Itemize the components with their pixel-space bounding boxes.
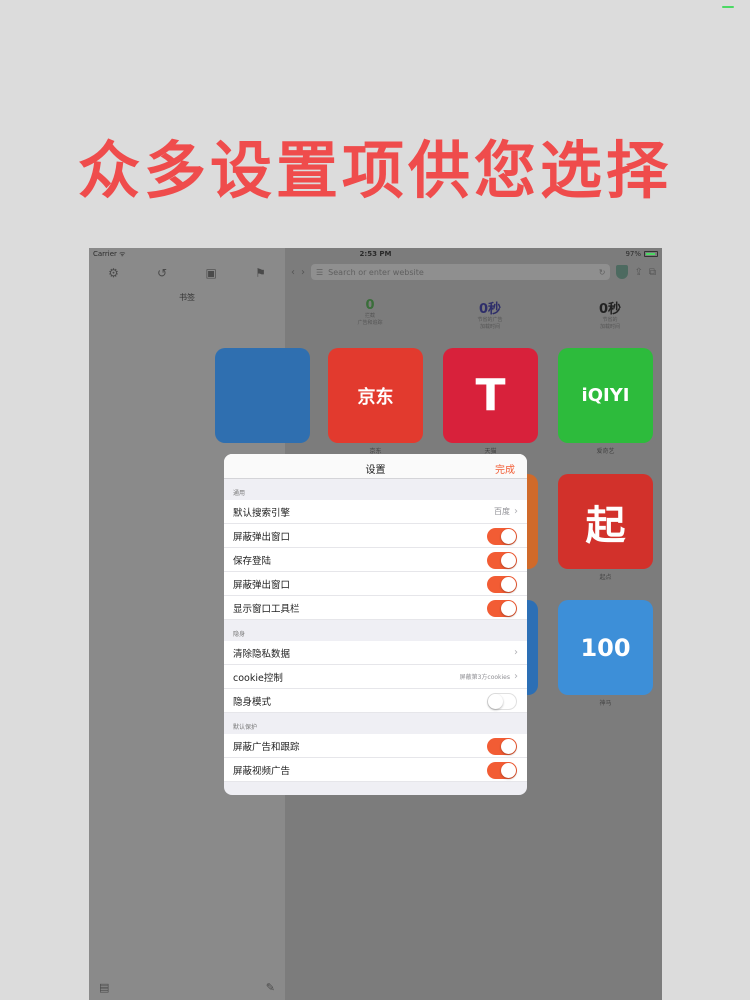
browser-navbar: ‹ › ☰ Search or enter website ↻ ⇪ ⧉	[285, 262, 662, 282]
settings-row-detail: 屏蔽第3方cookies ›	[460, 671, 518, 682]
history-icon[interactable]: ↺	[157, 266, 167, 280]
battery-indicator: 97%	[625, 250, 658, 258]
toggle-switch[interactable]	[487, 528, 517, 545]
stat-ad-time: 0秒 节省的广告 加载时间	[445, 298, 535, 331]
shield-icon[interactable]	[616, 265, 629, 279]
settings-row[interactable]: 屏蔽视频广告	[224, 758, 527, 782]
stat-load-time: 0秒 节省的 加载时间	[565, 298, 655, 331]
settings-row-label: 屏蔽弹出窗口	[233, 579, 291, 591]
app-tile-tmall[interactable]: T	[443, 348, 538, 443]
settings-modal: 设置 完成 通用 默认搜索引擎 百度 › 屏蔽弹出窗口 保存登陆 屏蔽弹出窗口 显示窗口工具栏…	[224, 454, 527, 795]
app-label: 爱奇艺	[596, 448, 615, 455]
app-tile-text: iQIYI	[581, 385, 630, 406]
status-indicator	[722, 6, 734, 8]
settings-row[interactable]: 默认搜索引擎 百度 ›	[224, 500, 527, 524]
chevron-right-icon: ›	[514, 506, 518, 517]
app-tile-text: 起	[585, 502, 626, 549]
modal-header: 设置 完成	[224, 454, 527, 479]
bookmark-icon[interactable]: ⚑	[255, 266, 266, 280]
app-tile-partial[interactable]	[215, 348, 310, 443]
settings-row-label: 屏蔽视频广告	[233, 765, 291, 777]
app-label: 起点	[599, 574, 612, 581]
stat-ads-blocked: 0 拦截 广告和追踪	[325, 298, 415, 331]
clock: 2:53 PM	[359, 250, 392, 258]
save-icon[interactable]: ▣	[205, 266, 216, 280]
search-placeholder: Search or enter website	[328, 267, 424, 277]
stat-label: 节省的广告	[477, 317, 503, 323]
settings-row[interactable]: 显示窗口工具栏	[224, 596, 527, 620]
settings-row-label: 清除隐私数据	[233, 648, 291, 660]
section-header: 通用	[233, 490, 246, 497]
section-header: 隐身	[233, 631, 246, 638]
chevron-right-icon: ›	[514, 647, 518, 658]
reload-icon[interactable]: ↻	[599, 268, 606, 277]
app-tile-text: 100	[580, 633, 631, 662]
settings-row[interactable]: 保存登陆	[224, 548, 527, 572]
settings-row-label: 屏蔽广告和跟踪	[233, 741, 300, 753]
sidebar-title: 书签	[179, 293, 195, 302]
settings-list: 通用 默认搜索引擎 百度 › 屏蔽弹出窗口 保存登陆 屏蔽弹出窗口 显示窗口工具栏 隐身 清除隐私…	[224, 479, 527, 782]
settings-row[interactable]: 屏蔽广告和跟踪	[224, 734, 527, 758]
promo-headline: 众多设置项供您选择	[77, 134, 672, 207]
toggle-switch[interactable]	[487, 693, 517, 710]
sidebar-bottom-bar: ▤ ✎	[89, 981, 285, 994]
url-bar[interactable]: ☰ Search or enter website ↻	[311, 264, 611, 280]
detail-text: 屏蔽第3方cookies	[459, 674, 510, 681]
forward-icon[interactable]: ›	[301, 267, 305, 278]
stat-label: 加载时间	[599, 324, 620, 330]
modal-title: 设置	[365, 465, 386, 476]
app-tile-text: T	[475, 370, 506, 421]
settings-row[interactable]: 隐身模式	[224, 689, 527, 713]
settings-row[interactable]: 屏蔽弹出窗口	[224, 524, 527, 548]
settings-row[interactable]: cookie控制 屏蔽第3方cookies ›	[224, 665, 527, 689]
settings-row-detail: 百度 ›	[494, 506, 518, 517]
settings-row-label: 默认搜索引擎	[233, 507, 291, 519]
app-tile-iqiyi[interactable]: iQIYI	[558, 348, 653, 443]
stat-value: 0秒	[598, 302, 622, 317]
sidebar-toolbar: ⚙ ↺ ▣ ⚑	[89, 266, 285, 280]
toggle-switch[interactable]	[487, 762, 517, 779]
folder-icon[interactable]: ▤	[99, 981, 109, 994]
section-header: 默认保护	[233, 724, 258, 731]
share-icon[interactable]: ⇪	[634, 267, 642, 278]
app-tile-shenma[interactable]: 100	[558, 600, 653, 695]
stat-label: 加载时间	[479, 324, 500, 330]
stat-value: 0	[365, 298, 375, 313]
stats-panel: 0 拦截 广告和追踪 0秒 节省的广告 加载时间 0秒 节省的 加载时间	[325, 298, 655, 331]
carrier-label: Carrier ᯤ	[93, 250, 126, 258]
app-tile-jd[interactable]: 京东	[328, 348, 423, 443]
settings-row[interactable]: 屏蔽弹出窗口	[224, 572, 527, 596]
status-bar: Carrier ᯤ 2:53 PM 97%	[89, 248, 662, 260]
stat-value: 0秒	[478, 302, 502, 317]
settings-row-label: 保存登陆	[233, 555, 272, 567]
settings-row-label: cookie控制	[233, 672, 283, 684]
edit-icon[interactable]: ✎	[266, 981, 275, 994]
app-label: 神马	[599, 700, 612, 707]
stat-label: 拦截	[364, 313, 375, 319]
stat-label: 广告和追踪	[357, 320, 383, 326]
settings-row-label: 屏蔽弹出窗口	[233, 531, 291, 543]
done-button[interactable]: 完成	[495, 461, 515, 476]
back-icon[interactable]: ‹	[291, 267, 295, 278]
settings-icon[interactable]: ⚙	[108, 266, 119, 280]
toggle-switch[interactable]	[487, 552, 517, 569]
app-tile-qidian[interactable]: 起	[558, 474, 653, 569]
reader-icon[interactable]: ☰	[316, 268, 323, 277]
detail-text: 百度	[494, 507, 510, 516]
settings-row-label: 隐身模式	[233, 696, 272, 708]
toggle-switch[interactable]	[487, 600, 517, 617]
battery-icon	[644, 251, 658, 257]
chevron-right-icon: ›	[514, 671, 518, 682]
settings-row-detail: ›	[510, 647, 518, 658]
battery-percent: 97%	[625, 250, 641, 258]
settings-row-label: 显示窗口工具栏	[233, 603, 300, 615]
stat-label: 节省的	[602, 317, 618, 323]
tabs-icon[interactable]: ⧉	[649, 267, 656, 278]
app-tile-text: 京东	[357, 386, 394, 408]
toggle-switch[interactable]	[487, 738, 517, 755]
settings-row[interactable]: 清除隐私数据 ›	[224, 641, 527, 665]
toggle-switch[interactable]	[487, 576, 517, 593]
